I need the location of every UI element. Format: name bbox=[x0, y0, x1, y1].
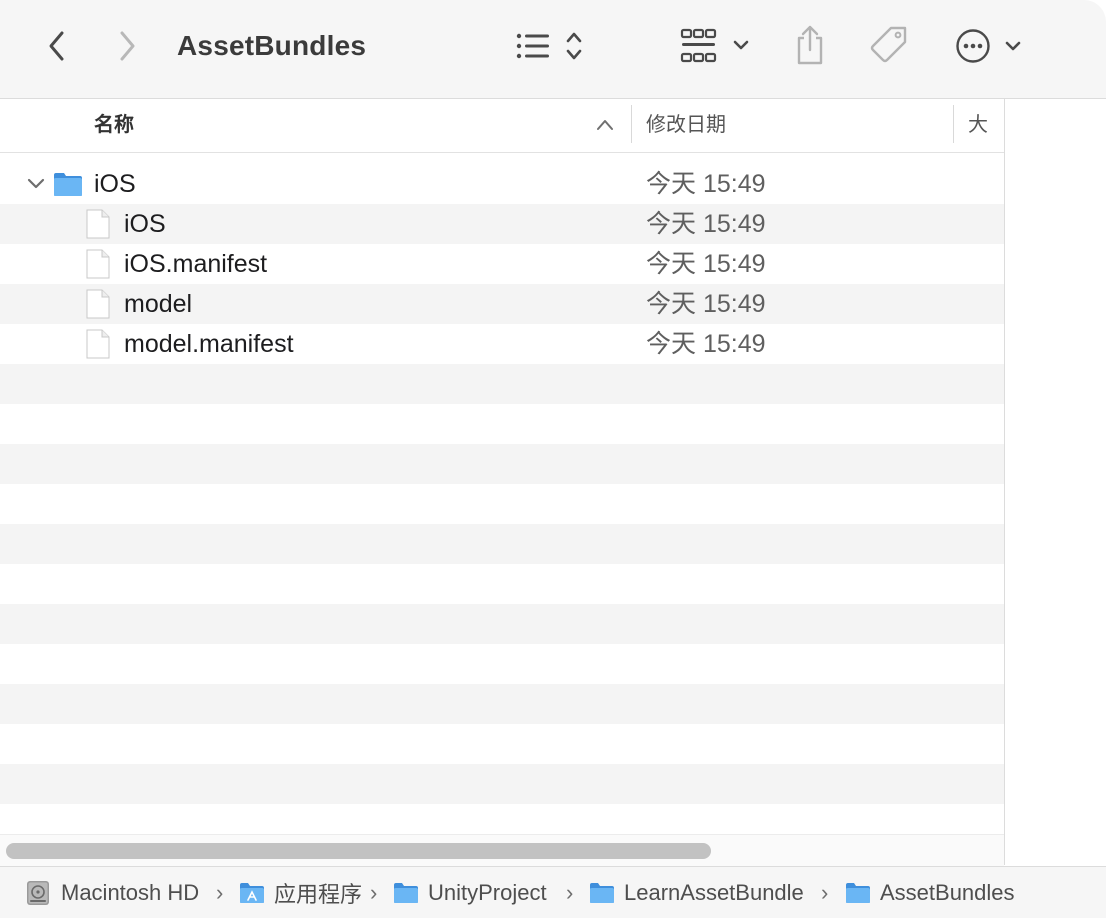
list-item-file[interactable]: iOS.manifest 今天 15:49 bbox=[0, 244, 1004, 284]
path-bar: Macintosh HD › 应用程序 › UnityProject › Lea… bbox=[0, 866, 1106, 918]
column-header-modified[interactable]: 修改日期 bbox=[646, 99, 726, 152]
file-modified-date: 今天 15:49 bbox=[646, 330, 766, 358]
empty-row-stripe bbox=[0, 764, 1004, 804]
document-icon bbox=[86, 289, 110, 319]
file-name: iOS bbox=[124, 210, 166, 238]
path-item-label: Macintosh HD bbox=[61, 880, 200, 905]
group-button[interactable] bbox=[678, 26, 754, 66]
chevron-right-icon bbox=[120, 31, 135, 61]
list-item-file[interactable]: model.manifest 今天 15:49 bbox=[0, 324, 1004, 364]
folder-icon bbox=[53, 170, 83, 198]
toolbar: AssetBundles bbox=[0, 0, 1106, 99]
column-separator[interactable] bbox=[953, 105, 954, 143]
ellipsis-circle-icon bbox=[956, 29, 1021, 63]
finder-window: AssetBundles 名称 修改日期 大 iOS 今天 15:49 iOS … bbox=[0, 0, 1106, 918]
path-item-macintosh-hd[interactable]: Macintosh HD bbox=[24, 867, 199, 918]
list-item-file[interactable]: iOS 今天 15:49 bbox=[0, 204, 1004, 244]
list-view-icon bbox=[516, 32, 582, 60]
view-options-button[interactable] bbox=[512, 28, 590, 64]
path-item-applications[interactable]: 应用程序 bbox=[239, 867, 362, 918]
path-item-label: UnityProject bbox=[428, 880, 547, 905]
path-separator-chevron-icon: › bbox=[566, 880, 574, 905]
path-separator-chevron-icon: › bbox=[370, 880, 378, 905]
column-separator[interactable] bbox=[631, 105, 632, 143]
empty-row-stripe bbox=[0, 444, 1004, 484]
list-item-file[interactable]: model 今天 15:49 bbox=[0, 284, 1004, 324]
applications-folder-icon bbox=[240, 883, 264, 903]
file-list: iOS 今天 15:49 iOS 今天 15:49 iOS.manifest 今… bbox=[0, 164, 1004, 844]
list-item-folder-ios[interactable]: iOS 今天 15:49 bbox=[0, 164, 1004, 204]
share-icon bbox=[797, 25, 823, 65]
path-item-learnassetbundle[interactable]: LearnAssetBundle bbox=[589, 867, 804, 918]
folder-icon bbox=[394, 883, 418, 903]
disclosure-chevron-down-icon[interactable] bbox=[26, 175, 46, 193]
pane-divider[interactable] bbox=[1004, 99, 1005, 865]
empty-row-stripe bbox=[0, 524, 1004, 564]
path-separator-chevron-icon: › bbox=[821, 880, 829, 905]
document-icon bbox=[86, 249, 110, 279]
path-item-label: AssetBundles bbox=[880, 880, 1015, 905]
horizontal-scrollbar-thumb[interactable] bbox=[6, 843, 711, 859]
empty-row-stripe bbox=[0, 364, 1004, 404]
empty-row-stripe bbox=[0, 604, 1004, 644]
file-name: iOS bbox=[94, 170, 136, 198]
empty-row-stripe bbox=[0, 684, 1004, 724]
document-icon bbox=[86, 209, 110, 239]
folder-icon bbox=[846, 883, 870, 903]
file-name: model bbox=[124, 290, 193, 318]
path-item-unityproject[interactable]: UnityProject bbox=[393, 867, 547, 918]
tag-icon bbox=[870, 26, 907, 63]
file-modified-date: 今天 15:49 bbox=[646, 170, 766, 198]
window-title: AssetBundles bbox=[177, 30, 367, 61]
forward-button[interactable] bbox=[110, 28, 144, 64]
path-item-assetbundles[interactable]: AssetBundles bbox=[845, 867, 1015, 918]
file-modified-date: 今天 15:49 bbox=[646, 210, 766, 238]
column-header-bar: 名称 修改日期 大小 bbox=[0, 99, 1004, 153]
hard-drive-icon bbox=[27, 881, 49, 905]
group-grid-icon bbox=[680, 28, 749, 63]
sort-ascending-icon[interactable] bbox=[594, 115, 616, 135]
column-header-name[interactable]: 名称 bbox=[94, 99, 134, 152]
path-item-label: 应用程序 bbox=[274, 882, 363, 907]
document-icon bbox=[86, 329, 110, 359]
folder-icon bbox=[590, 883, 614, 903]
file-modified-date: 今天 15:49 bbox=[646, 250, 766, 278]
side-pane bbox=[1005, 99, 1106, 865]
path-item-label: LearnAssetBundle bbox=[624, 880, 804, 905]
back-button[interactable] bbox=[40, 28, 74, 64]
file-name: model.manifest bbox=[124, 330, 294, 358]
more-actions-button[interactable] bbox=[954, 26, 1026, 66]
file-modified-date: 今天 15:49 bbox=[646, 290, 766, 318]
file-name: iOS.manifest bbox=[124, 250, 268, 278]
tag-button[interactable] bbox=[868, 24, 910, 66]
path-separator-chevron-icon: › bbox=[216, 880, 224, 905]
chevron-left-icon bbox=[49, 31, 64, 61]
column-header-size[interactable]: 大小 bbox=[968, 99, 1004, 152]
share-button[interactable] bbox=[792, 24, 828, 66]
